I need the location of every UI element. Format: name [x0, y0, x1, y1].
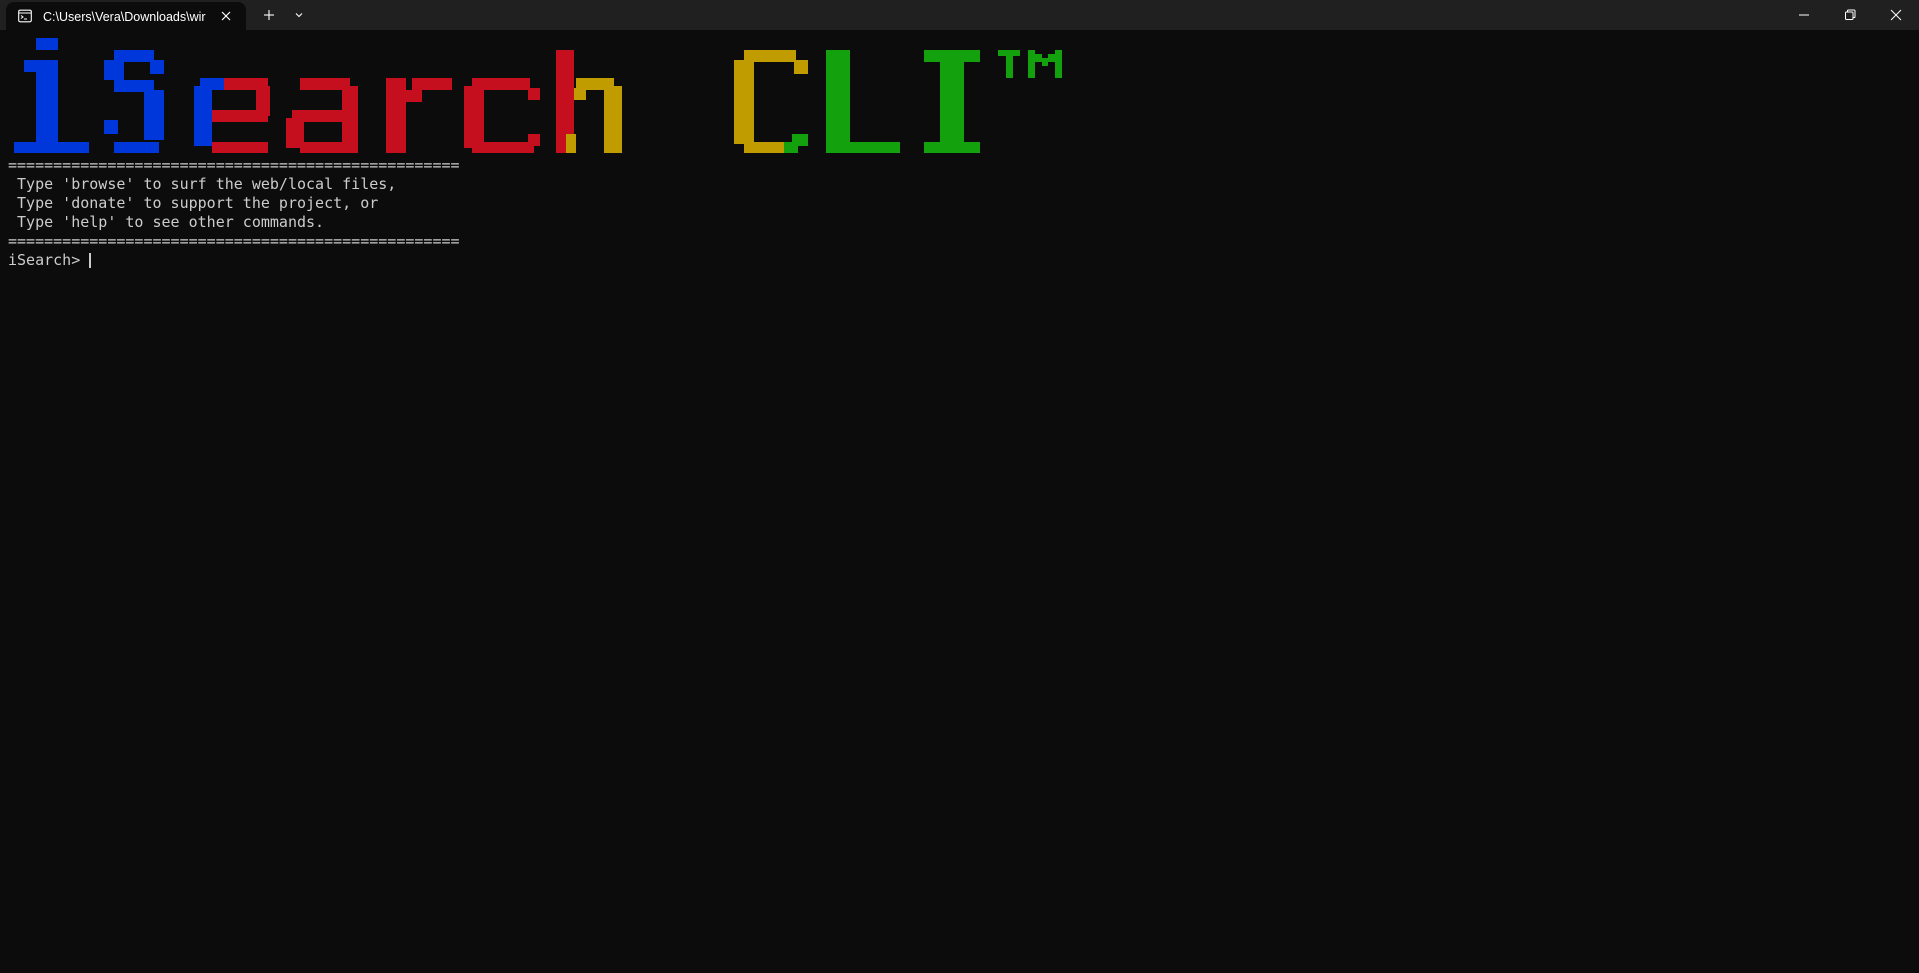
tab-title: C:\Users\Vera\Downloads\wir: [43, 10, 206, 24]
close-window-button[interactable]: [1873, 0, 1919, 30]
plus-icon[interactable]: [260, 6, 278, 24]
restore-button[interactable]: [1827, 0, 1873, 30]
command-input[interactable]: [89, 251, 1089, 270]
title-bar: C:\Users\Vera\Downloads\wir: [0, 0, 1919, 30]
banner-letter-i: [14, 38, 89, 153]
banner-letter-S: [104, 50, 164, 153]
restore-icon: [1845, 9, 1856, 20]
terminal-icon: [18, 9, 32, 23]
prompt-label: iSearch>: [8, 251, 90, 269]
minimize-icon: [1799, 14, 1809, 16]
close-tab-icon[interactable]: [219, 9, 233, 23]
banner-letter-c: [464, 78, 540, 153]
close-icon: [1890, 9, 1902, 21]
minimize-button[interactable]: [1781, 0, 1827, 30]
banner-letter-r: [386, 78, 452, 153]
banner-letter-L: [826, 50, 900, 153]
banner-letter-e: [194, 78, 270, 153]
banner-letter-h: [556, 50, 622, 153]
help-line-browse: Type 'browse' to surf the web/local file…: [8, 175, 397, 193]
help-line-help: Type 'help' to see other commands.: [8, 213, 325, 231]
chevron-down-icon[interactable]: [290, 6, 308, 24]
help-line-donate: Type 'donate' to support the project, or: [8, 194, 379, 212]
banner-letter-I: [924, 50, 980, 153]
banner-trademark: [998, 50, 1062, 78]
banner-letter-a: [286, 78, 358, 153]
ascii-art-banner: [14, 38, 1062, 153]
text-cursor: [89, 253, 92, 268]
command-prompt: iSearch>: [8, 251, 1089, 270]
separator-line: ========================================…: [8, 232, 460, 250]
terminal-tab[interactable]: C:\Users\Vera\Downloads\wir: [6, 2, 246, 30]
terminal-area[interactable]: ========================================…: [0, 30, 1919, 973]
separator-line: ========================================…: [8, 156, 460, 174]
banner-letter-C: [734, 50, 808, 153]
